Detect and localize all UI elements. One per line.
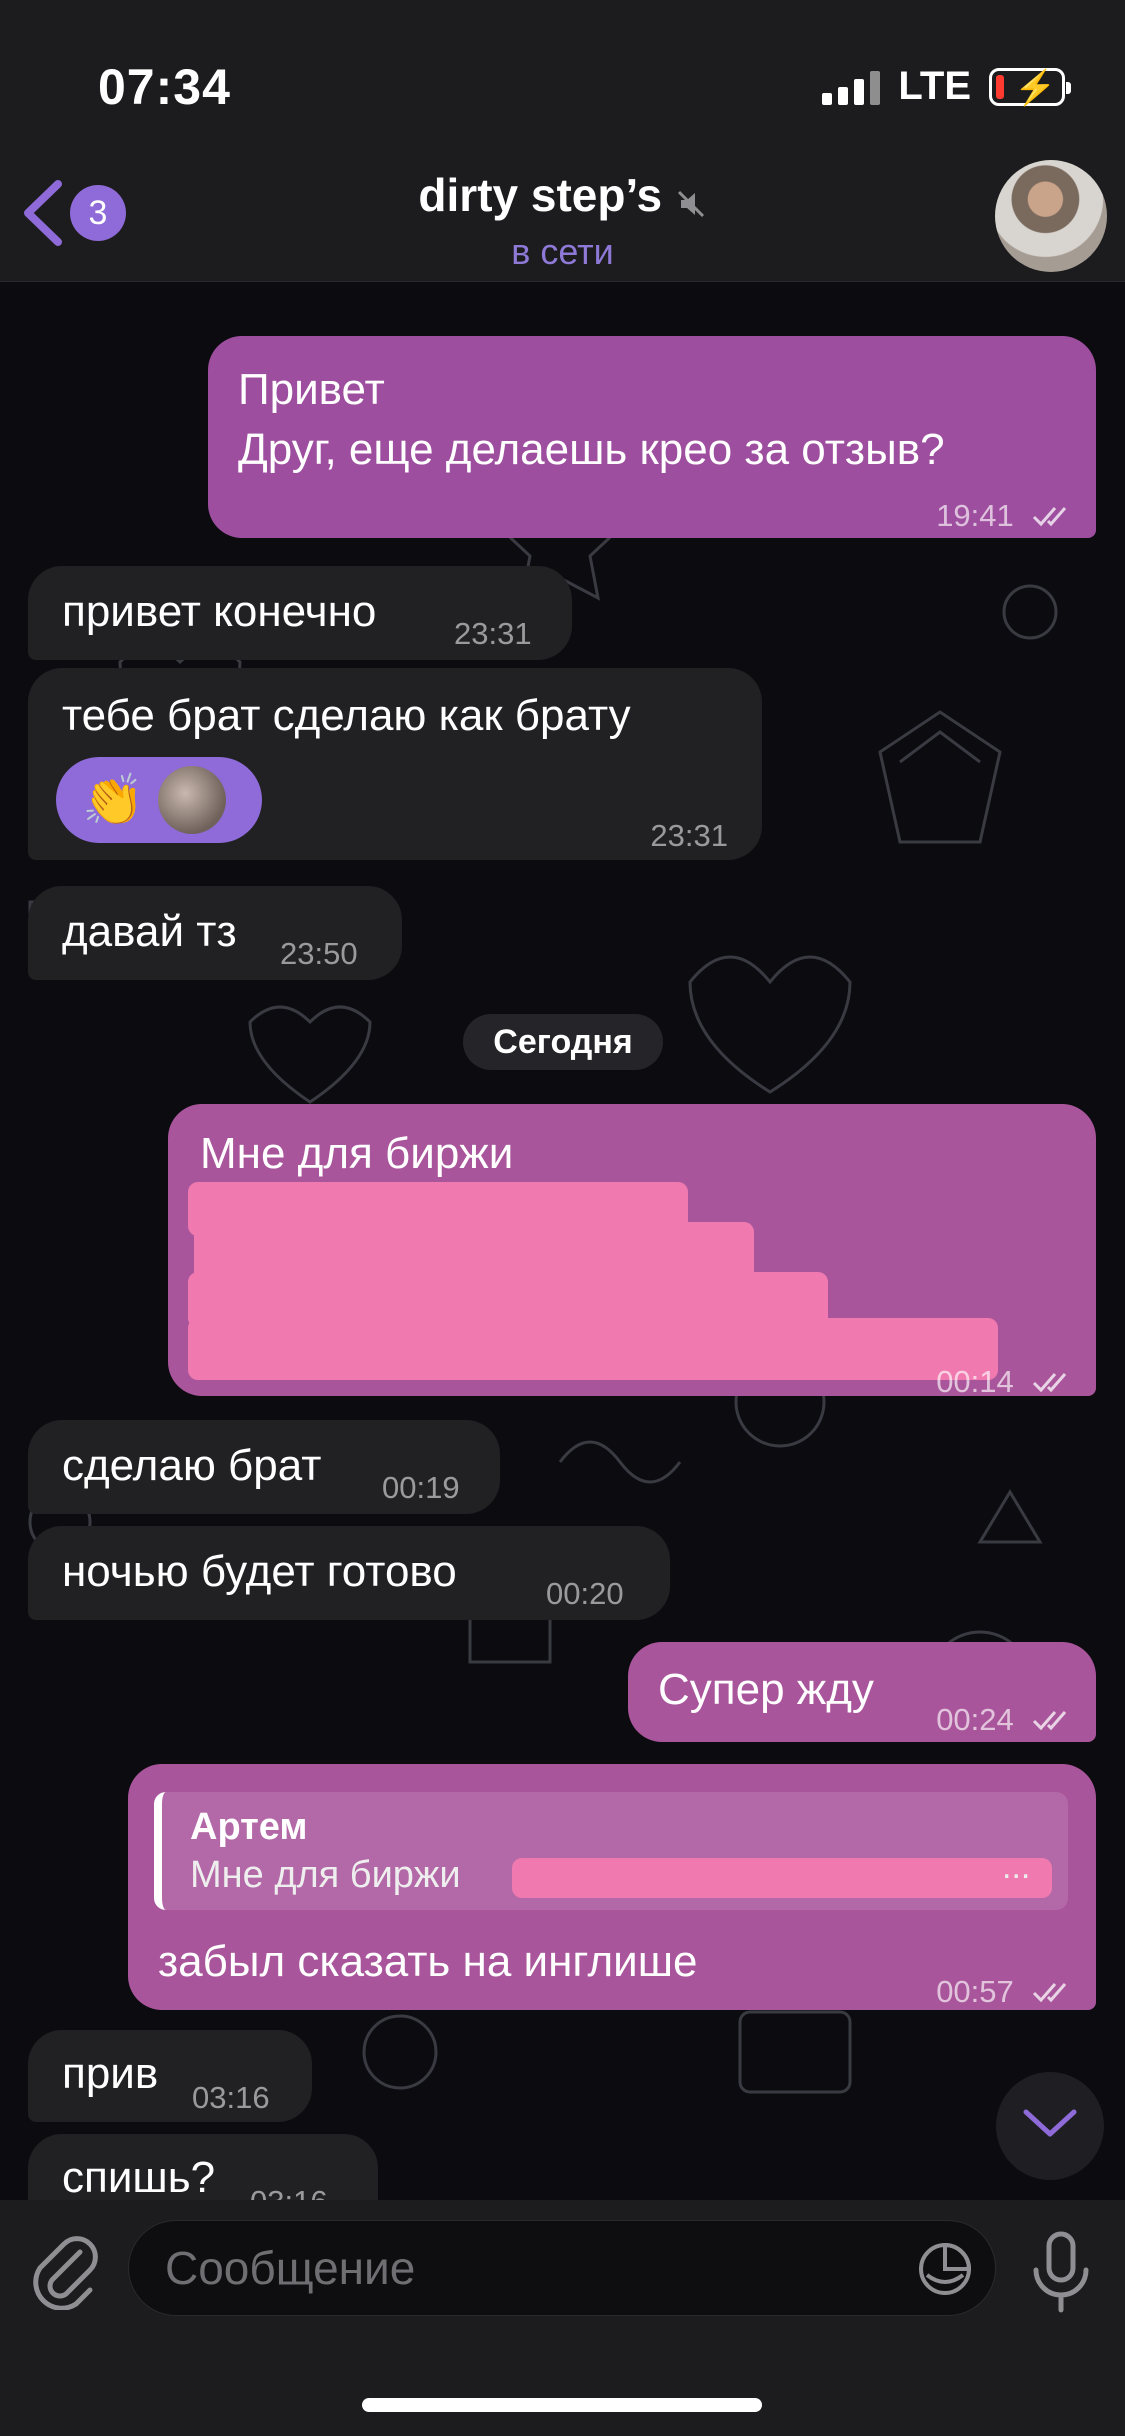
message-meta: 19:41 (936, 482, 1076, 546)
double-check-icon (1032, 484, 1076, 544)
paperclip-icon (28, 2236, 100, 2314)
message-input[interactable] (165, 2221, 885, 2315)
double-check-icon (1032, 1350, 1076, 1410)
message-meta: 00:24 (936, 1686, 1076, 1750)
message-time: 00:19 (382, 1470, 460, 1505)
signal-icon (822, 69, 881, 105)
reply-text: Мне для биржи (190, 1854, 461, 1896)
message-text: давай тз (62, 907, 237, 956)
online-status: в сети (511, 231, 614, 273)
message-incoming[interactable]: сделаю брат 00:19 (28, 1420, 500, 1514)
voice-record-button[interactable] (1028, 2230, 1094, 2321)
sticker-icon (917, 2242, 973, 2301)
scroll-to-bottom-button[interactable] (996, 2072, 1104, 2180)
message-text: Привет (238, 365, 385, 414)
message-text: привет конечно (62, 587, 377, 636)
message-incoming[interactable]: давай тз 23:50 (28, 886, 402, 980)
message-text: ночью будет готово (62, 1547, 457, 1596)
message-incoming[interactable]: спишь? 03:16 (28, 2134, 378, 2200)
message-input-container[interactable] (128, 2220, 996, 2316)
message-time: 19:41 (936, 498, 1014, 533)
message-outgoing[interactable]: Привет Друг, еще делаешь крео за отзыв? … (208, 336, 1096, 538)
message-text: Друг, еще делаешь крео за отзыв? (238, 425, 945, 474)
message-text: тебе брат сделаю как брату (62, 691, 631, 740)
message-meta: 00:57 (936, 1958, 1076, 2022)
message-time: 03:16 (192, 2080, 270, 2115)
redaction-scribble (188, 1318, 998, 1380)
message-time: 23:31 (650, 818, 728, 853)
battery-icon: ⚡ (989, 67, 1071, 107)
message-meta: 00:14 (936, 1348, 1076, 1412)
message-time: 00:20 (546, 1576, 624, 1611)
network-label: LTE (898, 64, 971, 108)
message-time: 00:57 (936, 1974, 1014, 2009)
message-composer (0, 2200, 1125, 2436)
home-indicator (362, 2398, 762, 2412)
message-time: 00:24 (936, 1702, 1014, 1737)
attach-button[interactable] (28, 2230, 100, 2315)
message-text: спишь? (62, 2153, 216, 2200)
message-incoming[interactable]: прив 03:16 (28, 2030, 312, 2122)
message-outgoing[interactable]: Супер жду 00:24 (628, 1642, 1096, 1742)
message-outgoing[interactable]: Мне для биржи 00:14 (168, 1104, 1096, 1399)
message-text: сделаю брат (62, 1441, 322, 1490)
sticker-button[interactable] (917, 2241, 973, 2302)
message-text: Мне для биржи (200, 1129, 514, 1178)
message-time: 23:31 (454, 616, 532, 651)
message-incoming[interactable]: привет конечно 23:31 (28, 566, 572, 660)
reactor-avatar (158, 766, 227, 834)
double-check-icon (1032, 1688, 1076, 1748)
reply-quote[interactable]: Артем Мне для биржи ... (154, 1792, 1068, 1910)
message-text: прив (62, 2049, 159, 2098)
double-check-icon (1032, 1960, 1076, 2020)
date-separator: Сегодня (463, 1014, 663, 1070)
mute-icon (675, 188, 707, 225)
reply-author: Артем (190, 1806, 308, 1848)
chat-title-area[interactable]: dirty step’s в сети (0, 168, 1125, 273)
microphone-icon (1028, 2231, 1094, 2320)
battery-level (996, 74, 1004, 99)
status-bar: 07:34 LTE ⚡ (0, 0, 1125, 150)
status-icons: LTE ⚡ (822, 64, 1071, 109)
reply-ellipsis: ... (1002, 1848, 1031, 1886)
message-incoming[interactable]: ночью будет готово 00:20 (28, 1526, 670, 1620)
message-text: забыл сказать на инглише (158, 1937, 698, 1986)
chat-header: 3 dirty step’s в сети (0, 150, 1125, 282)
status-time: 07:34 (98, 59, 231, 115)
message-time: 03:16 (250, 2172, 328, 2200)
chevron-down-icon (1022, 2108, 1078, 2145)
clapping-hands-icon: 👏 (82, 771, 145, 828)
message-time: 23:50 (280, 936, 358, 971)
reaction-pill[interactable]: 👏 (56, 757, 262, 843)
contact-avatar[interactable] (995, 160, 1107, 272)
redaction-scribble (512, 1858, 1052, 1898)
charging-bolt-icon: ⚡ (1014, 68, 1057, 107)
message-text: Супер жду (658, 1665, 874, 1714)
chat-title: dirty step’s (418, 169, 663, 221)
message-time: 00:14 (936, 1364, 1014, 1399)
